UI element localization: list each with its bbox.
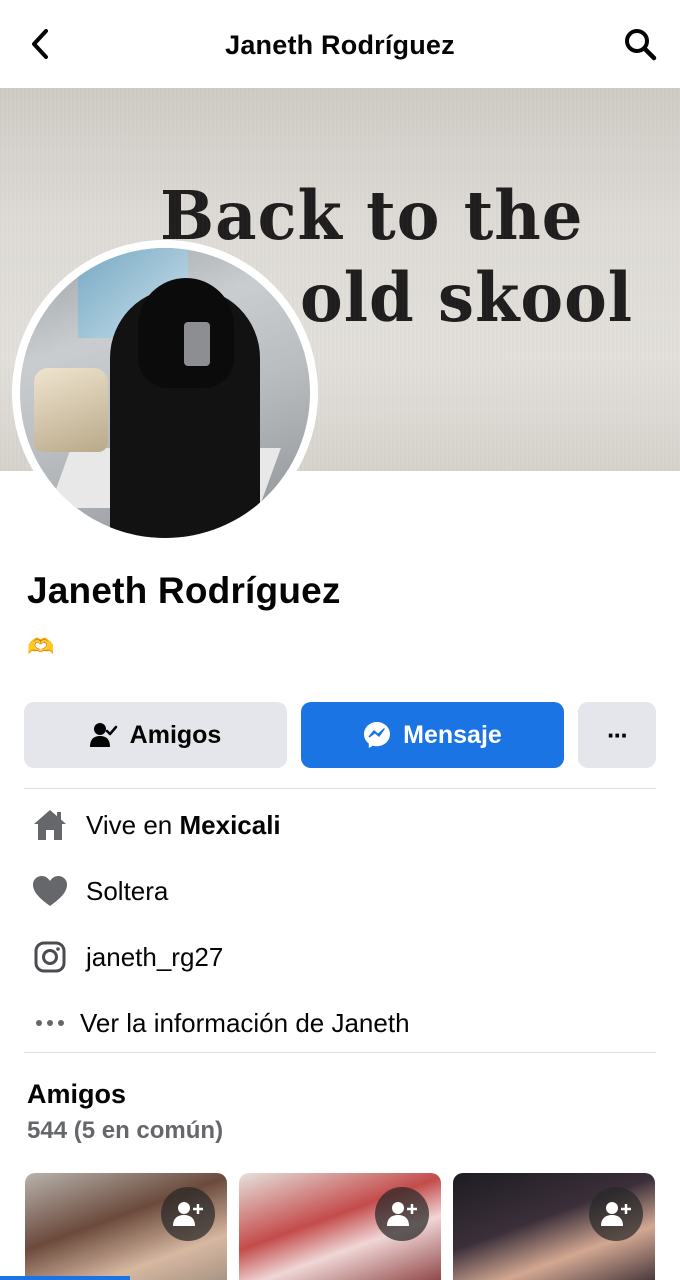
avatar[interactable] (20, 248, 310, 538)
add-friend-icon (387, 1202, 417, 1226)
info-relationship: Soltera (30, 871, 168, 911)
search-icon (625, 29, 657, 61)
add-friend-button[interactable] (589, 1187, 643, 1241)
top-bar: Janeth Rodríguez (0, 0, 680, 88)
friends-button[interactable]: Amigos (24, 702, 287, 768)
info-lives-prefix: Vive en (86, 809, 180, 840)
message-button-label: Mensaje (403, 720, 502, 749)
add-friend-button[interactable] (161, 1187, 215, 1241)
profile-name: Janeth Rodríguez (27, 570, 341, 611)
add-friend-icon (173, 1202, 203, 1226)
friends-section-title[interactable]: Amigos (27, 1079, 126, 1110)
cover-text-line1: Back to the (160, 177, 584, 256)
scroll-indicator (0, 1276, 130, 1280)
friends-count: 544 (5 en común) (27, 1117, 224, 1144)
see-more-info-link[interactable]: Ver la información de Janeth (30, 1003, 410, 1043)
divider (24, 1052, 656, 1053)
info-lives-in[interactable]: Vive en Mexicali (30, 805, 281, 845)
add-friend-button[interactable] (375, 1187, 429, 1241)
search-button[interactable] (620, 24, 660, 64)
add-friend-icon (601, 1202, 631, 1226)
message-button[interactable]: Mensaje (301, 702, 564, 768)
info-instagram[interactable]: janeth_rg27 (30, 937, 223, 977)
friend-card[interactable] (453, 1173, 655, 1280)
info-instagram-handle: janeth_rg27 (86, 941, 224, 972)
more-button[interactable]: ··· (578, 702, 656, 768)
profile-bio: 🫶 (27, 634, 55, 659)
friend-card[interactable] (239, 1173, 441, 1280)
messenger-icon (364, 722, 391, 748)
divider (24, 788, 656, 789)
friends-button-label: Amigos (129, 720, 222, 749)
avatar-photo-detail (34, 368, 108, 452)
more-icon: ··· (607, 719, 629, 750)
avatar-photo-detail (184, 322, 210, 366)
heart-icon (33, 876, 67, 906)
page-title: Janeth Rodríguez (225, 30, 455, 60)
info-lives-city[interactable]: Mexicali (179, 810, 280, 840)
ellipsis-icon (36, 1020, 64, 1026)
friends-check-icon (89, 723, 117, 747)
home-icon (34, 810, 66, 840)
info-relationship-text: Soltera (86, 875, 169, 906)
friend-card[interactable] (25, 1173, 227, 1280)
see-more-info-text: Ver la información de Janeth (80, 1007, 410, 1038)
instagram-icon (34, 941, 66, 973)
